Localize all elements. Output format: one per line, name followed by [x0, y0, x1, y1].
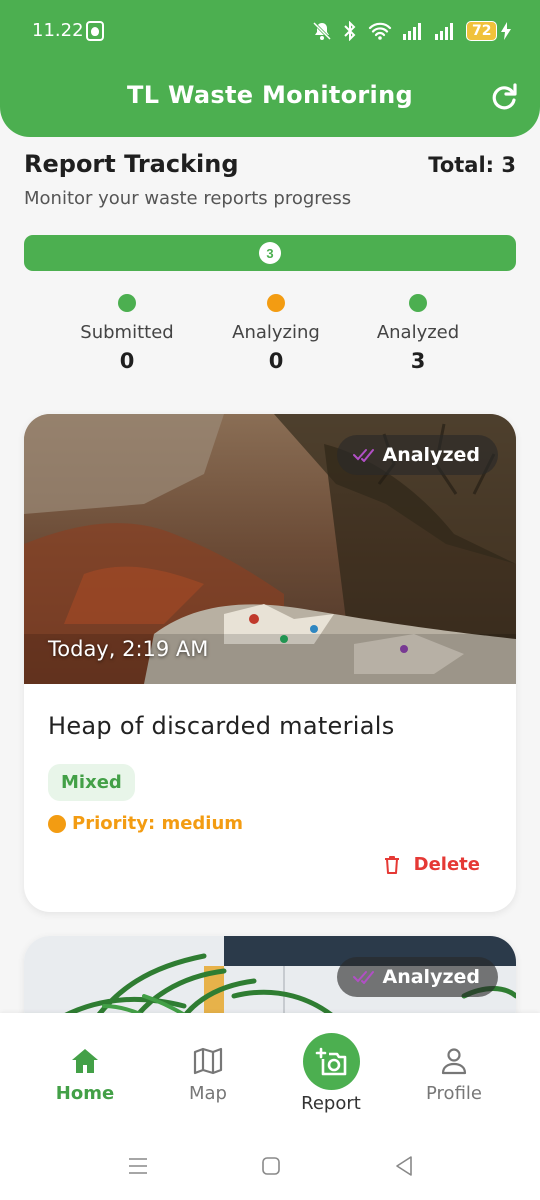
- status-label: Analyzed: [382, 966, 481, 988]
- stat-submitted: Submitted 0: [52, 294, 202, 373]
- wifi-icon: [368, 22, 392, 40]
- stat-value: 0: [119, 349, 135, 373]
- report-time: Today, 2:19 AM: [48, 637, 209, 661]
- priority-indicator: Priority: medium: [48, 813, 492, 834]
- nav-profile-label: Profile: [426, 1083, 482, 1104]
- nav-map[interactable]: Map: [153, 1045, 263, 1104]
- bell-muted-icon: [312, 21, 332, 41]
- stat-label: Analyzing: [232, 322, 320, 343]
- status-time: 11.22: [32, 20, 84, 41]
- system-navigation-bar: [0, 1128, 540, 1200]
- status-dot: [267, 294, 285, 312]
- app-header: 11.22 72 TL Waste Monitoring: [0, 0, 540, 137]
- nav-home-label: Home: [55, 1083, 115, 1104]
- report-fab-button[interactable]: [303, 1033, 360, 1090]
- home-square-icon[interactable]: [262, 1157, 280, 1175]
- card-body: Heap of discarded materials Mixed Priori…: [24, 684, 516, 912]
- progress-bar: 3: [24, 235, 516, 271]
- shield-app-icon: [86, 21, 104, 41]
- nav-home[interactable]: Home: [30, 1045, 140, 1104]
- charging-icon: [501, 22, 512, 40]
- refresh-icon[interactable]: [488, 81, 520, 113]
- stat-label: Analyzed: [376, 322, 460, 343]
- delete-label: Delete: [413, 854, 480, 875]
- back-triangle-icon[interactable]: [395, 1156, 413, 1176]
- status-label: Analyzed: [382, 444, 481, 466]
- section-title: Report Tracking: [24, 150, 239, 178]
- bluetooth-icon: [344, 21, 356, 41]
- status-badge: Analyzed: [336, 957, 498, 997]
- double-check-icon: [352, 971, 374, 984]
- stat-value: 0: [268, 349, 284, 373]
- priority-label: Priority: medium: [72, 813, 244, 834]
- stat-analyzed: Analyzed 3: [343, 294, 493, 373]
- signal-icon-2: [435, 23, 453, 40]
- bottom-nav: Home Map Report Profile: [0, 1013, 540, 1128]
- status-badge: Analyzed: [336, 435, 498, 475]
- home-icon: [72, 1049, 98, 1073]
- priority-dot: [48, 814, 66, 833]
- report-card[interactable]: Analyzed Today, 2:19 AM Heap of discarde…: [24, 414, 516, 912]
- battery-level: 72: [466, 21, 498, 41]
- delete-button[interactable]: Delete: [384, 854, 480, 875]
- status-dot: [118, 294, 136, 312]
- map-icon: [193, 1047, 223, 1075]
- battery: 72: [466, 21, 512, 41]
- double-check-icon: [352, 449, 374, 462]
- nav-profile[interactable]: Profile: [399, 1045, 509, 1104]
- total-count: Total: 3: [428, 153, 516, 177]
- person-icon: [441, 1048, 467, 1075]
- section-subtitle: Monitor your waste reports progress: [24, 188, 352, 209]
- progress-count: 3: [259, 242, 281, 264]
- stat-value: 3: [410, 349, 426, 373]
- status-bar: 11.22 72: [0, 0, 540, 62]
- app-title: TL Waste Monitoring: [127, 81, 413, 109]
- stat-analyzing: Analyzing 0: [201, 294, 351, 373]
- menu-icon[interactable]: [128, 1157, 148, 1175]
- status-icons: 72: [312, 18, 512, 44]
- nav-report-label[interactable]: Report: [276, 1093, 386, 1114]
- report-photo: Analyzed Today, 2:19 AM: [24, 414, 516, 684]
- add-photo-icon: [315, 1047, 346, 1075]
- signal-icon: [403, 23, 421, 40]
- report-title: Heap of discarded materials: [48, 712, 395, 740]
- status-dot: [409, 294, 427, 312]
- trash-icon: [384, 855, 399, 874]
- stat-label: Submitted: [80, 322, 174, 343]
- progress-fill: 3: [24, 235, 516, 271]
- waste-type-chip: Mixed: [48, 764, 135, 801]
- nav-map-label: Map: [189, 1083, 227, 1104]
